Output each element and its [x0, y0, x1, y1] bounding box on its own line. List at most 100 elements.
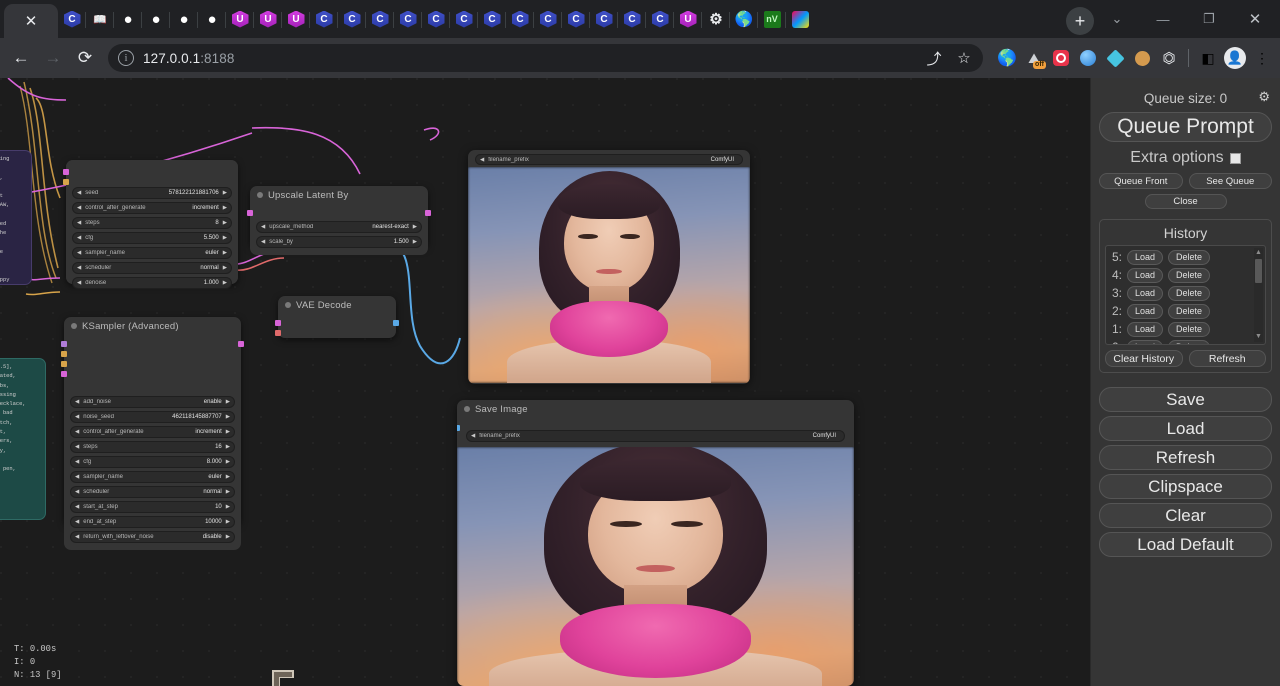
history-scrollbar[interactable]: ▲ ▼: [1254, 248, 1263, 342]
side-panel-icon[interactable]: ◧: [1196, 46, 1220, 70]
history-delete-button[interactable]: Delete: [1168, 268, 1210, 283]
share-icon[interactable]: ⤴: [921, 45, 947, 71]
save-image-bottom-preview[interactable]: [457, 447, 854, 686]
upscale-output-port[interactable]: [425, 210, 431, 216]
upscale-widget-scale_by[interactable]: ◀scale_by1.500▶: [256, 236, 422, 248]
see-queue-button[interactable]: See Queue: [1189, 173, 1273, 189]
load-default-button[interactable]: Load Default: [1099, 532, 1272, 557]
widget-left-arrow-icon[interactable]: ◀: [75, 399, 79, 405]
tab-9[interactable]: C: [310, 3, 338, 35]
widget-left-arrow-icon[interactable]: ◀: [261, 239, 265, 245]
save-image-node-bottom[interactable]: Save Image ◀ filename_prefix ComfyUI: [457, 400, 854, 686]
settings-gear-icon[interactable]: ⚙: [1258, 89, 1270, 105]
positive-prompt-text[interactable]: ciling ila, , soft , RAW, urred h the le…: [0, 151, 31, 285]
history-delete-button[interactable]: Delete: [1168, 340, 1210, 346]
clipspace-button[interactable]: Clipspace: [1099, 474, 1272, 499]
ksampler-advanced-widget-scheduler[interactable]: ◀schedulernormal▶: [70, 486, 235, 498]
queue-prompt-button[interactable]: Queue Prompt: [1099, 112, 1272, 142]
scroll-up-icon[interactable]: ▲: [1255, 248, 1262, 257]
vae-decode-input-samples[interactable]: [275, 320, 281, 326]
tab-18[interactable]: C: [562, 3, 590, 35]
refresh-history-button[interactable]: Refresh: [1189, 350, 1267, 367]
widget-left-arrow-icon[interactable]: ◀: [75, 489, 79, 495]
scroll-thumb[interactable]: [1255, 259, 1262, 283]
ksampler-advanced-widget-sampler_name[interactable]: ◀sampler_nameeuler▶: [70, 471, 235, 483]
widget-left-arrow-icon[interactable]: ◀: [77, 205, 81, 211]
close-tab-icon[interactable]: ✕: [25, 14, 38, 29]
ksampler-widget-seed[interactable]: ◀seed578122121881706▶: [72, 187, 232, 199]
widget-left-arrow-icon[interactable]: ◀: [75, 414, 79, 420]
widget-left-arrow-icon[interactable]: ◀: [75, 429, 79, 435]
tab-16[interactable]: C: [506, 3, 534, 35]
vae-decode-node[interactable]: VAE Decode: [278, 296, 396, 338]
adblock-off-icon[interactable]: ⛰ off: [1022, 46, 1046, 70]
widget-left-arrow-icon[interactable]: ◀: [75, 504, 79, 510]
ksampler-advanced-widget-end_at_step[interactable]: ◀end_at_step10000▶: [70, 516, 235, 528]
widget-left-arrow-icon[interactable]: ◀: [77, 250, 81, 256]
address-bar[interactable]: i 127.0.0.1:8188 ⤴ ☆: [108, 44, 983, 72]
ksampler-input-port-1[interactable]: [63, 179, 69, 185]
ksampler-input-port-0[interactable]: [63, 169, 69, 175]
widget-right-arrow-icon[interactable]: ▶: [223, 280, 227, 286]
active-tab[interactable]: ✕: [4, 4, 58, 38]
ksampler-widget-sampler_name[interactable]: ◀sampler_nameeuler▶: [72, 247, 232, 259]
widget-left-arrow-icon[interactable]: ◀: [75, 444, 79, 450]
ksadv-output-latent[interactable]: [238, 341, 244, 347]
widget-left-arrow-icon[interactable]: ◀: [77, 235, 81, 241]
ksadv-input-negative[interactable]: [61, 361, 67, 367]
tab-7[interactable]: U: [254, 3, 282, 35]
translate-globe-icon[interactable]: 🌎: [995, 46, 1019, 70]
tab-10[interactable]: C: [338, 3, 366, 35]
new-tab-button[interactable]: +: [1066, 7, 1094, 35]
widget-right-arrow-icon[interactable]: ▶: [223, 220, 227, 226]
upscale-latent-node[interactable]: Upscale Latent By ◀upscale_methodnearest…: [250, 186, 428, 248]
tab-5[interactable]: ●: [198, 3, 226, 35]
widget-right-arrow-icon[interactable]: ▶: [223, 235, 227, 241]
maximize-button[interactable]: ❐: [1186, 2, 1232, 36]
comfyui-canvas[interactable]: ciling ila, , soft , RAW, urred h the le…: [0, 78, 1280, 686]
ksampler-node[interactable]: ◀seed578122121881706▶ ◀control_after_gene…: [66, 160, 238, 284]
widget-left-arrow-icon[interactable]: ◀: [75, 519, 79, 525]
tab-8[interactable]: U: [282, 3, 310, 35]
diamond-icon[interactable]: [1103, 46, 1127, 70]
positive-prompt-node[interactable]: ciling ila, , soft , RAW, urred h the le…: [0, 150, 32, 285]
node-collapse-icon[interactable]: [285, 302, 291, 308]
tab-21[interactable]: C: [646, 3, 674, 35]
cookie-icon[interactable]: [1130, 46, 1154, 70]
ksampler-advanced-widget-add_noise[interactable]: ◀add_noiseenable▶: [70, 396, 235, 408]
widget-left-arrow-icon[interactable]: ◀: [77, 265, 81, 271]
widget-right-arrow-icon[interactable]: ▶: [226, 459, 230, 465]
widget-right-arrow-icon[interactable]: ▶: [413, 224, 417, 230]
clear-history-button[interactable]: Clear History: [1105, 350, 1183, 367]
earth-extension-icon[interactable]: [1076, 46, 1100, 70]
history-delete-button[interactable]: Delete: [1168, 250, 1210, 265]
node-collapse-icon[interactable]: [257, 192, 263, 198]
history-load-button[interactable]: Load: [1127, 304, 1163, 319]
widget-right-arrow-icon[interactable]: ▶: [223, 205, 227, 211]
history-load-button[interactable]: Load: [1127, 322, 1163, 337]
widget-left-arrow-icon[interactable]: ◀: [75, 534, 79, 540]
ksadv-input-latent[interactable]: [61, 371, 67, 377]
widget-right-arrow-icon[interactable]: ▶: [226, 399, 230, 405]
widget-right-arrow-icon[interactable]: ▶: [226, 474, 230, 480]
minimize-button[interactable]: —: [1140, 2, 1186, 36]
ksampler-widget-steps[interactable]: ◀steps8▶: [72, 217, 232, 229]
history-delete-button[interactable]: Delete: [1168, 286, 1210, 301]
widget-right-arrow-icon[interactable]: ▶: [223, 250, 227, 256]
ksampler-widget-control_after_generate[interactable]: ◀control_after_generateincrement▶: [72, 202, 232, 214]
ksadv-input-model[interactable]: [61, 341, 67, 347]
ksampler-advanced-widget-start_at_step[interactable]: ◀start_at_step10▶: [70, 501, 235, 513]
widget-left-arrow-icon[interactable]: ◀: [75, 459, 79, 465]
back-button[interactable]: ←: [6, 43, 36, 73]
site-info-icon[interactable]: i: [118, 50, 134, 66]
vae-decode-output-image[interactable]: [393, 320, 399, 326]
ksampler-advanced-widget-noise_seed[interactable]: ◀noise_seed462118145887707▶: [70, 411, 235, 423]
ksampler-advanced-node[interactable]: KSampler (Advanced) ◀add_noiseenable▶◀no…: [64, 317, 241, 525]
chrome-menu-icon[interactable]: ⋮: [1250, 46, 1274, 70]
tab-0[interactable]: C: [58, 3, 86, 35]
tab-search-icon[interactable]: ⌄: [1094, 2, 1140, 36]
load-button[interactable]: Load: [1099, 416, 1272, 441]
upscale-widget-upscale_method[interactable]: ◀upscale_methodnearest-exact▶: [256, 221, 422, 233]
save-image-top-filename-widget[interactable]: ◀ filename_prefix ComfyUI: [475, 154, 743, 165]
widget-left-arrow-icon[interactable]: ◀: [77, 220, 81, 226]
